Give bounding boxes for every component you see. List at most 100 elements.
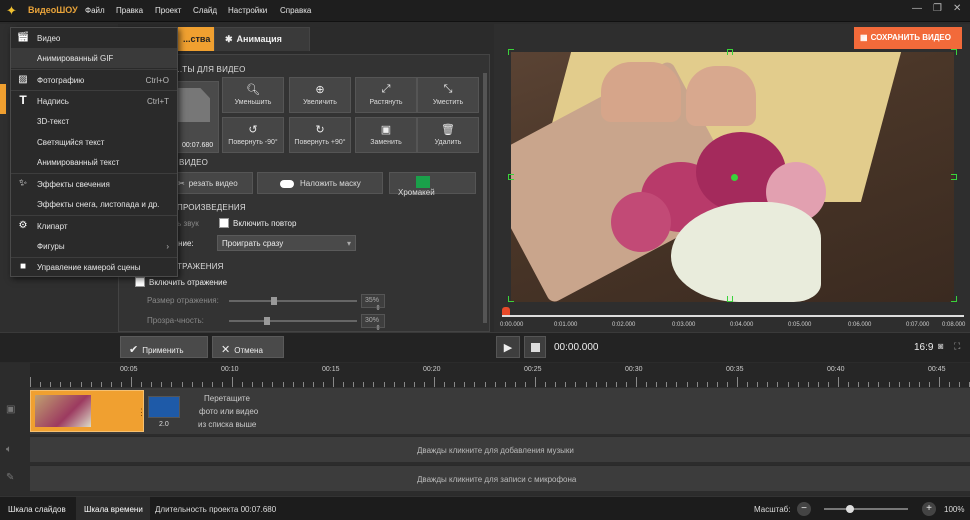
resize-handle[interactable] — [951, 296, 957, 302]
video-preview[interactable] — [511, 52, 954, 302]
zoom-thumb[interactable] — [846, 505, 855, 513]
menu-item-3d-text[interactable]: 3D-текст — [11, 111, 177, 131]
maximize-icon[interactable]: ❐ — [933, 3, 942, 14]
tick-mark — [827, 382, 829, 387]
menu-settings[interactable]: Настройки — [228, 6, 267, 15]
panel-scrollbar[interactable] — [483, 73, 487, 323]
ruler-label: 0:02.000 — [612, 322, 636, 328]
resize-handle[interactable] — [508, 296, 514, 302]
reflection-transparency-thumb[interactable] — [264, 317, 271, 325]
menu-item-animated-text[interactable]: Анимированный текст — [11, 152, 177, 172]
progress-track[interactable] — [502, 315, 964, 317]
ruler-label: 0:05.000 — [788, 322, 812, 328]
menu-slide[interactable]: Слайд — [193, 6, 217, 15]
playback-select[interactable]: Проиграть сразу ▾ — [217, 235, 356, 251]
cancel-button[interactable]: ✕ Отмена — [212, 336, 284, 358]
resize-handle[interactable] — [951, 174, 957, 180]
menu-item-gif[interactable]: Анимированный GIF — [11, 48, 177, 68]
stop-button[interactable] — [524, 336, 546, 358]
chromakey-button[interactable]: Хромакей — [389, 172, 476, 197]
tab-slides[interactable]: Шкала слайдов — [8, 505, 66, 514]
microphone-track[interactable]: Дважды кликните для записи с микрофона — [30, 465, 970, 491]
zoom-out-button[interactable]: − — [797, 502, 811, 516]
menu-item-shapes[interactable]: Фигуры › — [11, 236, 177, 256]
replace-button[interactable]: ▣ Заменить — [355, 117, 417, 153]
transition-duration: 2.0 — [159, 421, 169, 428]
tick-mark — [565, 382, 567, 387]
reflection-size-thumb[interactable] — [270, 297, 277, 305]
rotate-left-button[interactable]: ↺ Повернуть -90° — [222, 117, 284, 153]
timeline-ruler[interactable]: 00:05 00:10 00:15 00:20 00:25 00:30 00:3… — [30, 363, 970, 387]
drop-hint-line: фото или видео — [199, 407, 259, 416]
clip-handle-icon[interactable]: ⋮ — [137, 407, 146, 418]
resize-handle[interactable] — [508, 174, 514, 180]
resize-handle[interactable] — [508, 49, 514, 55]
tab-timeline[interactable]: Шкала времени — [84, 505, 143, 514]
menu-item-photo[interactable]: ▨ Фотографию Ctrl+O — [11, 70, 177, 90]
stretch-button[interactable]: ⤢ Растянуть — [355, 77, 417, 113]
zoom-slider[interactable] — [824, 508, 908, 510]
aspect-ratio[interactable]: 16:9 — [914, 342, 933, 353]
menu-item-clipart[interactable]: ⚙ Клипарт — [11, 216, 177, 236]
clapper-icon: 🎬︎ — [16, 32, 30, 43]
preview-ruler[interactable]: 0:00.000 0:01.000 0:02.000 0:03.000 0:04… — [498, 303, 968, 333]
zoom-in-button[interactable]: ⊕ Увеличить — [289, 77, 351, 113]
minimize-icon[interactable]: — — [912, 3, 922, 14]
video-clip[interactable]: ⋮ — [30, 390, 146, 432]
timeline-tick: 00:35 — [726, 366, 744, 373]
add-menu: 🎬︎ Видео Анимированный GIF ▨ Фотографию Ctr… — [10, 27, 178, 277]
menu-project[interactable]: Проект — [155, 6, 181, 15]
image-icon: ▨ — [18, 74, 28, 85]
center-handle[interactable] — [731, 174, 738, 181]
reflection-transparency-spin[interactable]: 30% ⇕ — [361, 314, 385, 332]
menu-file[interactable]: Файл — [85, 6, 105, 15]
tick-mark — [120, 382, 122, 387]
menu-item-camera-control[interactable]: ■ Управление камерой сцены — [11, 257, 177, 277]
menu-item-glow-effects[interactable]: ✨︎ Эффекты свечения — [11, 174, 177, 194]
timeline-tick: 00:25 — [524, 366, 542, 373]
chromakey-icon — [416, 176, 430, 189]
reflection-checkbox[interactable] — [135, 277, 145, 287]
menu-item-caption[interactable]: T Надпись Ctrl+T — [11, 91, 177, 111]
close-icon[interactable]: ✕ — [953, 3, 961, 14]
transition-thumbnail[interactable] — [148, 396, 180, 418]
tab-properties[interactable]: ...ства — [172, 27, 214, 51]
rotate-right-button[interactable]: ↻ Повернуть +90° — [289, 117, 351, 153]
timeline-tick: 00:30 — [625, 366, 643, 373]
zoom-value: 100% — [944, 505, 965, 514]
fit-button[interactable]: ⤡ Уместить — [417, 77, 479, 113]
app-title: ВидеоШОУ — [28, 5, 78, 15]
mask-button[interactable]: Наложить маску — [257, 172, 383, 194]
play-button[interactable]: ▶ — [496, 336, 520, 358]
tick-mark — [807, 382, 809, 387]
status-bar: Шкала слайдов Шкала времени Длительность… — [0, 496, 970, 520]
video-duration: 00:07.680 — [182, 142, 214, 149]
resize-handle[interactable] — [727, 296, 733, 302]
cut-video-button[interactable]: ✂ резать видео — [169, 172, 253, 194]
delete-button[interactable]: 🗑︎ Удалить — [417, 117, 479, 153]
reflection-size-slider[interactable] — [229, 300, 357, 302]
tick-marks — [30, 375, 970, 387]
reflection-transparency-slider[interactable] — [229, 320, 357, 322]
snapshot-icon[interactable]: ◙ — [938, 341, 943, 351]
zoom-in-button[interactable]: + — [922, 502, 936, 516]
reflection-size-spin[interactable]: 35% ⇕ — [361, 294, 385, 312]
tab-animation[interactable]: ✱ Анимация — [214, 27, 310, 51]
zoom-out-button[interactable]: 🔍︎ Уменьшить — [222, 77, 284, 113]
save-video-button[interactable]: ▦ СОХРАНИТЬ ВИДЕО — [854, 27, 962, 49]
menu-item-glow-text[interactable]: Светящийся текст — [11, 132, 177, 152]
menu-item-video[interactable]: 🎬︎ Видео — [11, 28, 177, 48]
tick-mark — [918, 382, 920, 387]
menu-help[interactable]: Справка — [280, 6, 311, 15]
resize-handle[interactable] — [727, 49, 733, 55]
fullscreen-icon[interactable]: ⛶ — [954, 341, 960, 352]
tick-mark — [514, 382, 516, 387]
tick-mark — [868, 382, 870, 387]
music-track[interactable]: Дважды кликните для добавления музыки — [30, 436, 970, 462]
menu-item-snow-effects[interactable]: Эффекты снега, листопада и др. — [11, 194, 177, 214]
menu-edit[interactable]: Правка — [116, 6, 143, 15]
tick-mark — [322, 382, 324, 387]
apply-button[interactable]: ✔ Применить — [120, 336, 208, 358]
resize-handle[interactable] — [951, 49, 957, 55]
repeat-checkbox[interactable] — [219, 218, 229, 228]
